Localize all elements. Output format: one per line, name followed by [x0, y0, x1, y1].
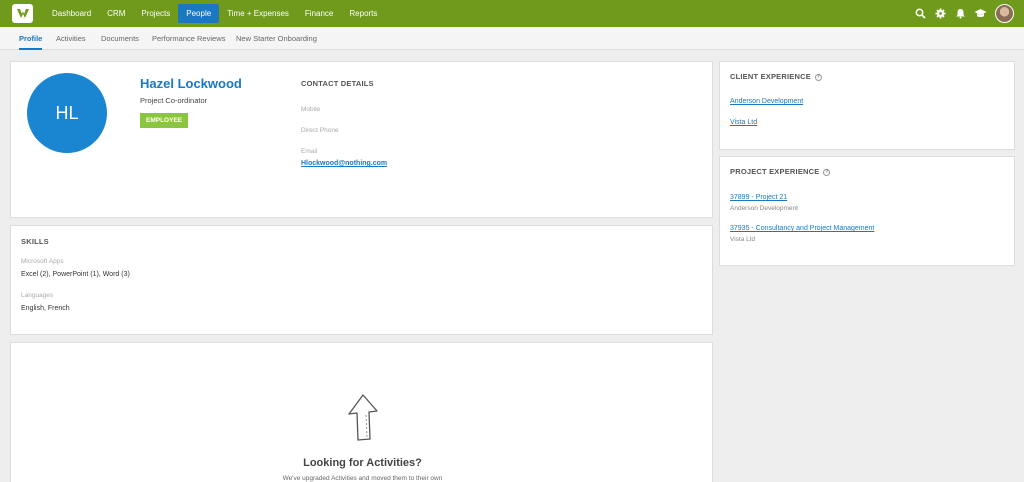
help-icon[interactable]: ? [814, 73, 822, 81]
top-navigation-bar: Dashboard CRM Projects People Time + Exp… [0, 0, 1024, 27]
tab-documents[interactable]: Documents [101, 27, 139, 50]
profile-card: HL Hazel Lockwood Project Co-ordinator E… [10, 61, 713, 218]
activities-message: We've upgraded Activities and moved them… [282, 475, 443, 482]
profile-avatar: HL [27, 73, 107, 153]
project-experience-card: PROJECT EXPERIENCE? 37899 - Project 21 A… [719, 156, 1015, 266]
skill-group-value: English, French [21, 305, 70, 312]
activities-card: Looking for Activities? We've upgraded A… [10, 342, 713, 482]
client-link[interactable]: Vista Ltd [730, 119, 757, 126]
app-logo[interactable] [12, 4, 33, 23]
skills-title: SKILLS [21, 237, 49, 246]
tab-performance-reviews[interactable]: Performance Reviews [152, 27, 225, 50]
graduation-cap-icon[interactable] [973, 7, 987, 21]
project-link[interactable]: 37899 - Project 21 [730, 194, 787, 201]
activities-heading: Looking for Activities? [303, 457, 422, 469]
user-avatar[interactable] [995, 4, 1014, 23]
nav-item-finance[interactable]: Finance [297, 4, 341, 23]
skill-group-label: Microsoft Apps [21, 258, 64, 265]
person-name: Hazel Lockwood [140, 76, 242, 91]
email-link[interactable]: Hlockwood@nothing.com [301, 160, 387, 167]
project-link[interactable]: 37935 - Consultancy and Project Manageme… [730, 225, 874, 232]
logo-icon [16, 9, 29, 18]
person-role: Project Co-ordinator [140, 96, 208, 105]
contact-details-title: CONTACT DETAILS [301, 79, 374, 88]
gear-icon[interactable] [933, 7, 947, 21]
client-experience-title-text: CLIENT EXPERIENCE [730, 72, 811, 81]
client-experience-title: CLIENT EXPERIENCE? [730, 72, 822, 81]
nav-item-dashboard[interactable]: Dashboard [44, 4, 99, 23]
nav-item-time-expenses[interactable]: Time + Expenses [219, 4, 297, 23]
arrow-up-icon [348, 394, 378, 441]
skill-group-value: Excel (2), PowerPoint (1), Word (3) [21, 271, 130, 278]
project-experience-title-text: PROJECT EXPERIENCE [730, 167, 820, 176]
email-label: Email [301, 148, 318, 155]
tab-profile[interactable]: Profile [19, 27, 43, 50]
help-icon[interactable]: ? [823, 168, 831, 176]
tab-new-starter-onboarding[interactable]: New Starter Onboarding [236, 27, 317, 50]
skills-card: SKILLS Microsoft Apps Excel (2), PowerPo… [10, 225, 713, 335]
sub-navigation: Profile Activities Documents Performance… [0, 27, 1024, 50]
client-experience-card: CLIENT EXPERIENCE? Anderson Development … [719, 61, 1015, 150]
tab-activities[interactable]: Activities [56, 27, 86, 50]
project-client: Anderson Development [730, 205, 798, 212]
search-icon[interactable] [913, 7, 927, 21]
direct-phone-label: Direct Phone [301, 127, 339, 134]
main-nav: Dashboard CRM Projects People Time + Exp… [44, 4, 385, 23]
nav-item-crm[interactable]: CRM [99, 4, 133, 23]
project-experience-title: PROJECT EXPERIENCE? [730, 167, 831, 176]
client-link[interactable]: Anderson Development [730, 98, 803, 105]
employee-badge: EMPLOYEE [140, 113, 189, 128]
nav-item-projects[interactable]: Projects [133, 4, 178, 23]
project-client: Vista Ltd [730, 236, 756, 243]
top-icons [907, 3, 1014, 24]
nav-item-reports[interactable]: Reports [341, 4, 385, 23]
bell-icon[interactable] [953, 7, 967, 21]
skill-group-label: Languages [21, 292, 54, 299]
mobile-label: Mobile [301, 106, 321, 113]
nav-item-people[interactable]: People [178, 4, 220, 23]
